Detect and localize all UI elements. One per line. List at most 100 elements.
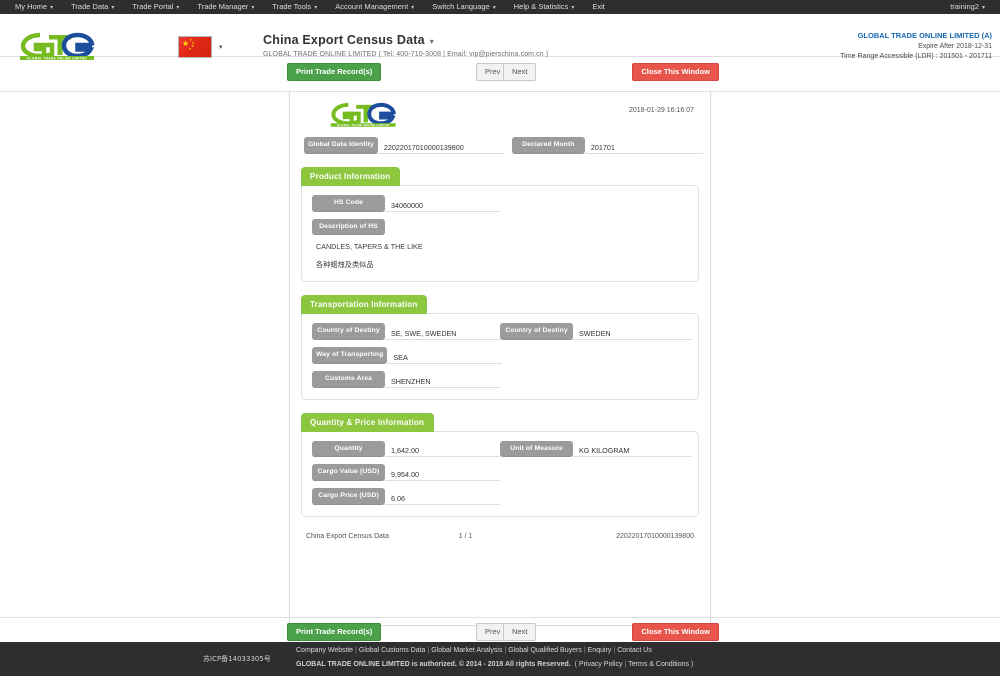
nav-item-help-statistics[interactable]: Help & Statistics ▾	[505, 0, 584, 15]
nav-item-user-menu[interactable]: training2 ▾	[941, 0, 994, 15]
china-flag-icon: ★ ★ ★ ★ ★	[178, 36, 212, 58]
legal-open-paren: (	[574, 661, 577, 668]
next-button-bottom[interactable]: Next	[503, 623, 537, 641]
account-name[interactable]: GLOBAL TRADE ONLINE LIMITED (A)	[840, 31, 992, 40]
field-hs-code: HS Code 34060000	[312, 194, 688, 212]
nav-label: Account Management	[335, 1, 409, 11]
footer-link-global-customs-data[interactable]: Global Customs Data	[359, 647, 426, 654]
page-header: GLOBAL TRADE ONLINE LIMITED ★ ★ ★ ★ ★ ▾ …	[0, 14, 1000, 60]
field-value: 1,642.00	[385, 444, 500, 458]
next-button[interactable]: Next	[503, 63, 537, 81]
nav-label: Trade Portal	[132, 1, 174, 11]
section-title: Quantity & Price Information	[301, 412, 435, 432]
chevron-down-icon: ▾	[571, 4, 575, 11]
nav-item-my-home[interactable]: My Home ▾	[6, 0, 62, 15]
bottom-divider	[0, 617, 1000, 618]
footer-link-global-market-analysis[interactable]: Global Market Analysis	[431, 647, 502, 654]
svg-text:GLOBAL TRADE ONLINE LIMITED: GLOBAL TRADE ONLINE LIMITED	[27, 56, 87, 60]
flag-star-small: ★	[188, 47, 192, 51]
field-label: Way of Transporting	[312, 347, 388, 364]
document-timestamp: 2018-01-29 16:16:07	[629, 107, 694, 114]
chevron-down-icon: ▾	[411, 4, 415, 11]
nav-item-switch-language[interactable]: Switch Language ▾	[423, 0, 505, 15]
footer-links-row: Company Website | Global Customs Data | Glob…	[296, 647, 652, 654]
footer-link-contact-us[interactable]: Contact Us	[617, 647, 652, 654]
field-value: 22022017010000139800	[377, 141, 504, 154]
nav-item-exit[interactable]: Exit	[583, 0, 614, 14]
field-country-of-destiny-row: Country of Destiny SE, SWE, SWEDEN Count…	[312, 323, 691, 341]
chevron-down-icon[interactable]: ▾	[430, 37, 434, 46]
footer-link-privacy-policy[interactable]: Privacy Policy	[579, 661, 623, 668]
document-footer-title: China Export Census Data	[306, 533, 389, 541]
footer-link-terms-conditions[interactable]: Terms & Conditions	[628, 661, 689, 668]
field-declared-month: Declared Month 201701	[511, 137, 703, 154]
field-label: Customs Area	[312, 370, 385, 388]
nav-label: Help & Statistics	[513, 1, 569, 11]
user-name-label: training2	[950, 1, 979, 11]
section-body: Country of Destiny SE, SWE, SWEDEN Count…	[301, 313, 699, 400]
app-page: My Home ▾ Trade Data ▾ Trade Portal ▾ Trade…	[0, 0, 1000, 676]
document-footer: China Export Census Data 1 / 1 220220170…	[290, 533, 710, 540]
field-label: Quantity	[312, 440, 385, 458]
section-body: Quantity 1,642.00 Unit of Measure KG KIL…	[301, 430, 699, 518]
chevron-down-icon: ▾	[50, 4, 54, 11]
field-value: KG KILOGRAM	[573, 444, 691, 458]
print-trade-records-button-bottom[interactable]: Print Trade Record(s)	[287, 623, 382, 641]
field-global-data-identity: Global Data Identity 2202201701000013980…	[304, 137, 504, 154]
field-label: Cargo Price (USD)	[312, 488, 385, 506]
gto-logo-icon: GLOBAL TRADE ONLINE LIMITED	[20, 32, 95, 60]
field-way-of-transporting: Way of Transporting SEA	[312, 347, 688, 364]
nav-item-account-management[interactable]: Account Management ▾	[326, 0, 423, 15]
field-label: Unit of Measure	[500, 440, 573, 458]
field-value: 9,954.00	[385, 468, 500, 482]
field-value: SHENZHEN	[385, 375, 500, 388]
footer-copyright-row: GLOBAL TRADE ONLINE LIMITED is authorize…	[296, 661, 693, 668]
chevron-down-icon: ▾	[176, 4, 180, 11]
account-info: GLOBAL TRADE ONLINE LIMITED (A) Expire A…	[840, 31, 992, 60]
section-product-information: Product Information HS Code 34060000 Des…	[301, 166, 699, 283]
section-title: Transportation Information	[301, 295, 428, 315]
page-title[interactable]: China Export Census Data ▾	[263, 33, 548, 47]
field-value: SWEDEN	[573, 327, 691, 341]
icp-license-number: 苏ICP备14033305号	[203, 655, 271, 663]
nav-item-trade-manager[interactable]: Trade Manager ▾	[188, 0, 263, 15]
trade-record-document: GLOBAL TRADE ONLINE LIMITED 2018-01-29 1…	[289, 92, 711, 626]
print-trade-records-button[interactable]: Print Trade Record(s)	[287, 63, 382, 81]
nav-item-trade-data[interactable]: Trade Data ▾	[62, 0, 123, 15]
document-footer-identity: 22022017010000139800	[616, 533, 694, 541]
field-quantity-row: Quantity 1,642.00 Unit of Measure KG KIL…	[312, 440, 691, 458]
brand-logo[interactable]: GLOBAL TRADE ONLINE LIMITED	[18, 32, 98, 60]
country-flag-selector[interactable]: ★ ★ ★ ★ ★ ▾	[178, 36, 223, 58]
field-description-of-hs: Description of HS	[312, 218, 688, 236]
section-body: HS Code 34060000 Description of HS CANDL…	[301, 184, 699, 283]
field-value: 34060000	[385, 199, 500, 212]
chevron-down-icon[interactable]: ▾	[219, 43, 223, 51]
close-window-button-bottom[interactable]: Close This Window	[632, 623, 719, 641]
nav-label: My Home	[15, 1, 48, 11]
svg-text:GLOBAL TRADE ONLINE LIMITED: GLOBAL TRADE ONLINE LIMITED	[337, 123, 390, 127]
identity-row: Global Data Identity 2202201701000013980…	[290, 137, 710, 154]
field-label: Description of HS	[312, 218, 385, 236]
nav-label: Exit	[592, 2, 605, 11]
title-block: China Export Census Data ▾ GLOBAL TRADE O…	[263, 33, 548, 58]
footer-link-company-website[interactable]: Company Website	[296, 647, 353, 654]
hs-description-english: CANDLES, TAPERS & THE LIKE	[316, 242, 423, 252]
footer-link-global-qualified-buyers[interactable]: Global Qualified Buyers	[508, 647, 582, 654]
nav-item-trade-tools[interactable]: Trade Tools ▾	[263, 0, 326, 15]
field-label: Country of Destiny	[312, 323, 385, 341]
section-transportation-information: Transportation Information Country of De…	[301, 294, 699, 400]
chevron-down-icon: ▾	[492, 4, 496, 11]
footer-link-enquiry[interactable]: Enquiry	[588, 647, 612, 654]
copyright-text: GLOBAL TRADE ONLINE LIMITED is authorize…	[296, 661, 571, 668]
chevron-down-icon: ▾	[314, 4, 318, 11]
nav-item-trade-portal[interactable]: Trade Portal ▾	[123, 0, 188, 15]
toolbar-bottom: Print Trade Record(s) Prev Next Close Th…	[0, 623, 1000, 643]
chevron-down-icon: ▾	[981, 4, 985, 11]
field-value: SE, SWE, SWEDEN	[385, 327, 500, 341]
field-label: Cargo Value (USD)	[312, 464, 385, 482]
field-value: 201701	[584, 141, 703, 154]
field-label: Declared Month	[511, 137, 585, 154]
legal-close-paren: )	[690, 661, 694, 668]
nav-label: Trade Manager	[197, 1, 249, 11]
close-window-button[interactable]: Close This Window	[632, 63, 719, 81]
